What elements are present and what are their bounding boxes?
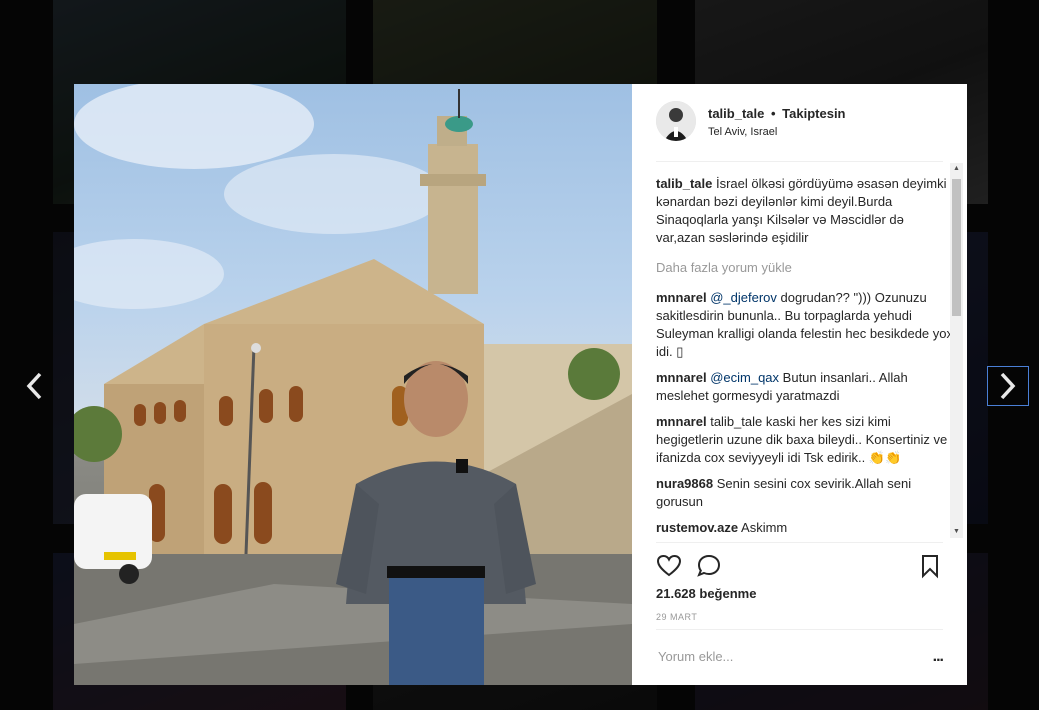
comment-username[interactable]: nura9868 (656, 476, 713, 491)
comment-item: mnnarel @_djeferov dogrudan?? "))) Ozunu… (656, 289, 956, 361)
heart-icon (656, 554, 682, 577)
like-button[interactable] (656, 553, 682, 579)
like-count[interactable]: 21.628 beğenme (656, 586, 756, 601)
avatar[interactable] (656, 101, 696, 141)
scrollbar-thumb[interactable] (952, 179, 961, 316)
comment-mention[interactable]: @_djeferov (710, 290, 777, 305)
location-link[interactable]: Tel Aviv, Israel (708, 126, 777, 138)
username-link[interactable]: talib_tale (708, 106, 764, 121)
add-comment-section: ... (656, 629, 944, 686)
chevron-left-icon (26, 372, 42, 400)
post-photo[interactable] (74, 84, 632, 685)
load-more-comments-button[interactable]: Daha fazla yorum yükle (656, 259, 956, 277)
save-button[interactable] (917, 553, 943, 579)
comment-input[interactable] (656, 648, 920, 665)
comment-text: Askimm (741, 520, 788, 535)
post-date: 29 MART (656, 612, 698, 622)
scroll-up-arrow-icon[interactable]: ▲ (950, 163, 963, 175)
photo-illustration (74, 84, 632, 685)
comments-scrollbar[interactable]: ▲ ▼ (950, 163, 963, 538)
more-options-button[interactable]: ... (933, 648, 944, 666)
bookmark-icon (922, 555, 938, 579)
caption: talib_tale İsrael ölkəsi gördüyümə əsasə… (656, 175, 956, 247)
action-bar (656, 542, 943, 583)
chevron-right-icon (1000, 372, 1016, 400)
comment-username[interactable]: mnnarel (656, 414, 707, 429)
comment-username[interactable]: mnnarel (656, 370, 707, 385)
comment-button[interactable] (696, 553, 722, 579)
comment-item: nura9868 Senin sesini cox sevirik.Allah … (656, 475, 956, 511)
post-sidebar: talib_tale • Takiptesin Tel Aviv, Israel… (632, 84, 967, 685)
post-header: talib_tale • Takiptesin Tel Aviv, Israel (656, 101, 943, 162)
comment-mention[interactable]: @ecim_qax (710, 370, 779, 385)
previous-post-button[interactable] (14, 366, 54, 406)
comment-username[interactable]: mnnarel (656, 290, 707, 305)
comment-username[interactable]: rustemov.aze (656, 520, 738, 535)
comment-item: mnnarel talib_tale kaski her kes sizi ki… (656, 413, 956, 467)
caption-username[interactable]: talib_tale (656, 176, 712, 191)
comment-item: rustemov.aze Askimm (656, 519, 956, 537)
following-button[interactable]: Takiptesin (782, 106, 845, 121)
comments-list[interactable]: talib_tale İsrael ölkəsi gördüyümə əsasə… (656, 175, 956, 541)
scroll-down-arrow-icon[interactable]: ▼ (950, 526, 963, 538)
next-post-button[interactable] (987, 366, 1029, 406)
speech-bubble-icon (697, 554, 721, 577)
separator-dot: • (770, 106, 776, 121)
post-header-text: talib_tale • Takiptesin (708, 106, 846, 121)
avatar-image (656, 101, 696, 141)
comment-item: mnnarel @ecim_qax Butun insanlari.. Alla… (656, 369, 956, 405)
post-modal: talib_tale • Takiptesin Tel Aviv, Israel… (74, 84, 967, 685)
